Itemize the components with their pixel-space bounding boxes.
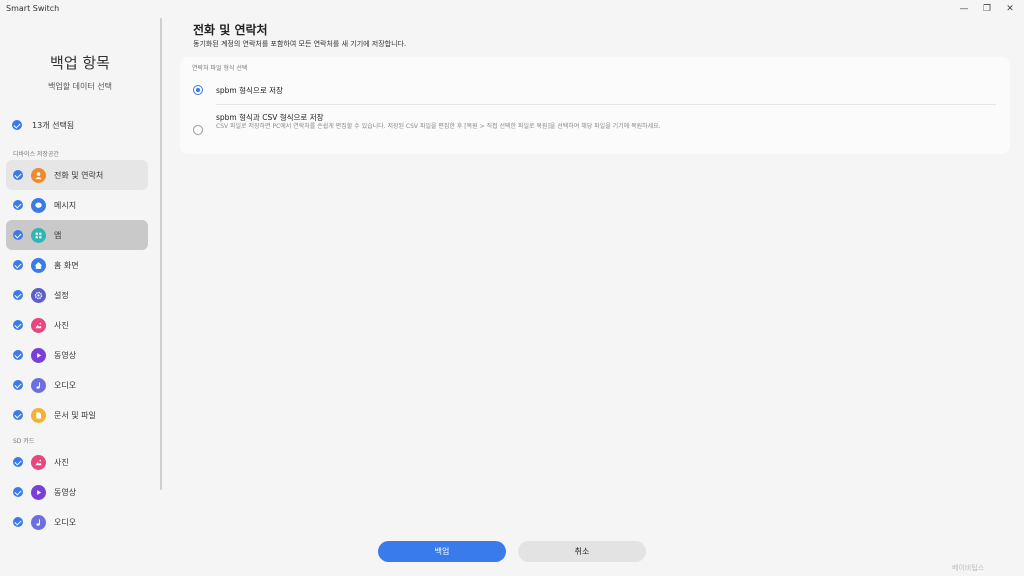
sidebar-item-contacts[interactable]: 전화 및 연락처 [6, 160, 148, 190]
message-icon [31, 197, 46, 213]
divider [216, 104, 996, 105]
radio-spbm[interactable] [193, 85, 203, 95]
sidebar-item-label: 오디오 [54, 517, 77, 527]
sidebar-item-home-screen[interactable]: 홈 화면 [6, 250, 148, 280]
apps-icon [31, 227, 46, 243]
gallery-icon [31, 317, 46, 333]
select-all-checkbox[interactable]: 13개 선택됨 [12, 118, 74, 132]
check-icon[interactable] [13, 200, 23, 210]
sidebar-item-label: 앱 [54, 230, 62, 240]
minimize-icon[interactable]: — [953, 2, 975, 16]
check-icon[interactable] [13, 487, 23, 497]
sidebar-subtitle: 백업할 데이터 선택 [48, 82, 112, 91]
settings-icon [31, 287, 46, 303]
check-icon[interactable] [13, 260, 23, 270]
check-icon[interactable] [13, 230, 23, 240]
sidebar-scrollbar[interactable] [160, 18, 162, 490]
sidebar-item-label: 사진 [54, 320, 69, 330]
check-icon [12, 120, 22, 130]
title-bar: Smart Switch — ❐ ✕ [0, 0, 1024, 18]
contacts-icon [31, 167, 46, 183]
sidebar-item-label: 사진 [54, 457, 69, 467]
sidebar-item-label: 오디오 [54, 380, 77, 390]
select-all-label: 13개 선택됨 [32, 120, 75, 130]
sidebar-item-videos[interactable]: 동영상 [6, 340, 148, 370]
check-icon[interactable] [13, 290, 23, 300]
sidebar-title: 백업 항목 [50, 54, 110, 72]
restore-icon[interactable]: ❐ [976, 2, 998, 16]
sidebar-item-label: 전화 및 연락처 [54, 170, 104, 180]
check-icon[interactable] [13, 410, 23, 420]
option-spbm-label[interactable]: spbm 형식으로 저장 [216, 85, 283, 96]
check-icon[interactable] [13, 517, 23, 527]
sidebar-item-label: 동영상 [54, 350, 77, 360]
option-spbm-csv-description: CSV 파일로 저장하면 PC에서 연락처를 손쉽게 편집할 수 있습니다. 저… [216, 123, 661, 130]
gallery-icon [31, 454, 46, 470]
radio-spbm-csv[interactable] [193, 125, 203, 135]
sidebar-item-documents[interactable]: 문서 및 파일 [6, 400, 148, 430]
sidebar-header: 백업 항목 백업할 데이터 선택 [0, 52, 160, 92]
home-icon [31, 257, 46, 273]
close-icon[interactable]: ✕ [999, 2, 1021, 16]
sidebar-item-label: 설정 [54, 290, 69, 300]
document-icon [31, 407, 46, 423]
format-options-card: 연락처 파일 형식 선택 spbm 형식으로 저장 spbm 형식과 CSV 형… [180, 57, 1010, 154]
sidebar-item-label: 문서 및 파일 [54, 410, 96, 420]
watermark: 베이비팁스 [952, 564, 985, 572]
section-device-storage: 디바이스 저장공간 [13, 151, 60, 158]
check-icon[interactable] [13, 457, 23, 467]
format-section-label: 연락처 파일 형식 선택 [192, 65, 248, 72]
page-description: 동기화된 계정의 연락처를 포함하여 모든 연락처를 새 기기에 저장합니다. [193, 40, 407, 48]
section-sd-card: SD 카드 [13, 438, 35, 445]
sidebar-item-label: 홈 화면 [54, 260, 79, 270]
check-icon[interactable] [13, 320, 23, 330]
sidebar-item-settings[interactable]: 설정 [6, 280, 148, 310]
sidebar-item-label: 메시지 [54, 200, 77, 210]
backup-button[interactable]: 백업 [378, 541, 506, 562]
video-icon [31, 347, 46, 363]
page-title: 전화 및 연락처 [193, 23, 268, 37]
sidebar-item-sd-photos[interactable]: 사진 [6, 447, 148, 477]
sidebar-item-sd-audio[interactable]: 오디오 [6, 507, 148, 537]
check-icon[interactable] [13, 380, 23, 390]
sidebar-item-apps[interactable]: 앱 [6, 220, 148, 250]
sidebar-item-photos[interactable]: 사진 [6, 310, 148, 340]
audio-icon [31, 377, 46, 393]
app-title: Smart Switch [6, 4, 60, 13]
sidebar-item-sd-videos[interactable]: 동영상 [6, 477, 148, 507]
check-icon[interactable] [13, 350, 23, 360]
cancel-button[interactable]: 취소 [518, 541, 646, 562]
check-icon[interactable] [13, 170, 23, 180]
sidebar-item-audio[interactable]: 오디오 [6, 370, 148, 400]
sidebar-item-label: 동영상 [54, 487, 77, 497]
audio-icon [31, 514, 46, 530]
video-icon [31, 484, 46, 500]
sidebar-item-messages[interactable]: 메시지 [6, 190, 148, 220]
